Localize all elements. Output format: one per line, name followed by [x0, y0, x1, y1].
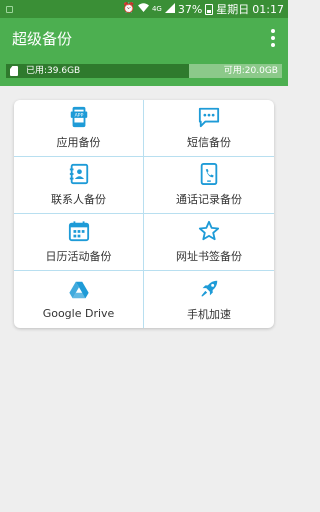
status-bar: ⏰ 4G 37% 星期日 01:17: [0, 0, 288, 18]
calendar-icon: [68, 221, 89, 242]
storage-used-label: 已用:39.6GB: [26, 66, 81, 76]
menu-item-call-log-backup[interactable]: 通话记录备份: [144, 157, 274, 214]
menu-item-label: 联系人备份: [51, 193, 106, 206]
menu-item-label: 网址书签备份: [176, 250, 242, 263]
storage-track: 已用:39.6GB 可用:20.0GB: [6, 64, 282, 78]
contacts-icon: [69, 163, 88, 185]
menu-item-label: 手机加速: [187, 307, 231, 321]
call-log-icon: [200, 163, 218, 185]
app-bar: 超级备份: [0, 18, 288, 58]
network-type: 4G: [151, 4, 162, 13]
rocket-icon: [201, 280, 218, 296]
battery-icon: [205, 3, 214, 15]
status-icons: ⏰ 4G 37% 星期日 01:17: [122, 1, 284, 17]
google-drive-icon: [68, 281, 89, 299]
wifi-icon: [137, 3, 149, 15]
menu-item-bookmark-backup[interactable]: 网址书签备份: [144, 214, 274, 271]
svg-text:APP: APP: [74, 113, 83, 119]
menu-item-app-backup[interactable]: APP 应用备份: [14, 100, 144, 157]
backup-menu-card: APP 应用备份 短信备份 联系人备份 通话记录备份 日历活动备份 网址书签备份…: [14, 100, 274, 328]
status-day: 星期日: [216, 3, 250, 16]
notification-icon: [6, 5, 13, 13]
battery-percent: 37%: [177, 2, 203, 16]
menu-item-label: 日历活动备份: [45, 250, 112, 263]
bookmark-star-icon: [198, 220, 220, 241]
menu-item-label: 短信备份: [187, 136, 231, 149]
menu-item-google-drive[interactable]: Google Drive: [14, 271, 144, 328]
app-backup-icon: APP: [70, 106, 87, 128]
menu-item-calendar-backup[interactable]: 日历活动备份: [14, 214, 144, 271]
sms-icon: [198, 107, 220, 128]
app-title: 超级备份: [12, 29, 73, 48]
menu-item-label: 通话记录备份: [176, 193, 242, 206]
signal-icon: [164, 2, 175, 16]
menu-item-contacts-backup[interactable]: 联系人备份: [14, 157, 144, 214]
menu-item-label: 应用备份: [56, 136, 101, 149]
menu-item-label: Google Drive: [42, 307, 115, 320]
menu-item-phone-boost[interactable]: 手机加速: [144, 271, 274, 328]
alarm-icon: ⏰: [122, 3, 135, 14]
storage-bar: 已用:39.6GB 可用:20.0GB: [0, 58, 288, 86]
menu-item-sms-backup[interactable]: 短信备份: [144, 100, 274, 157]
overflow-menu-icon[interactable]: [270, 29, 276, 47]
status-time: 01:17: [252, 2, 284, 16]
storage-free-label: 可用:20.0GB: [223, 66, 278, 76]
